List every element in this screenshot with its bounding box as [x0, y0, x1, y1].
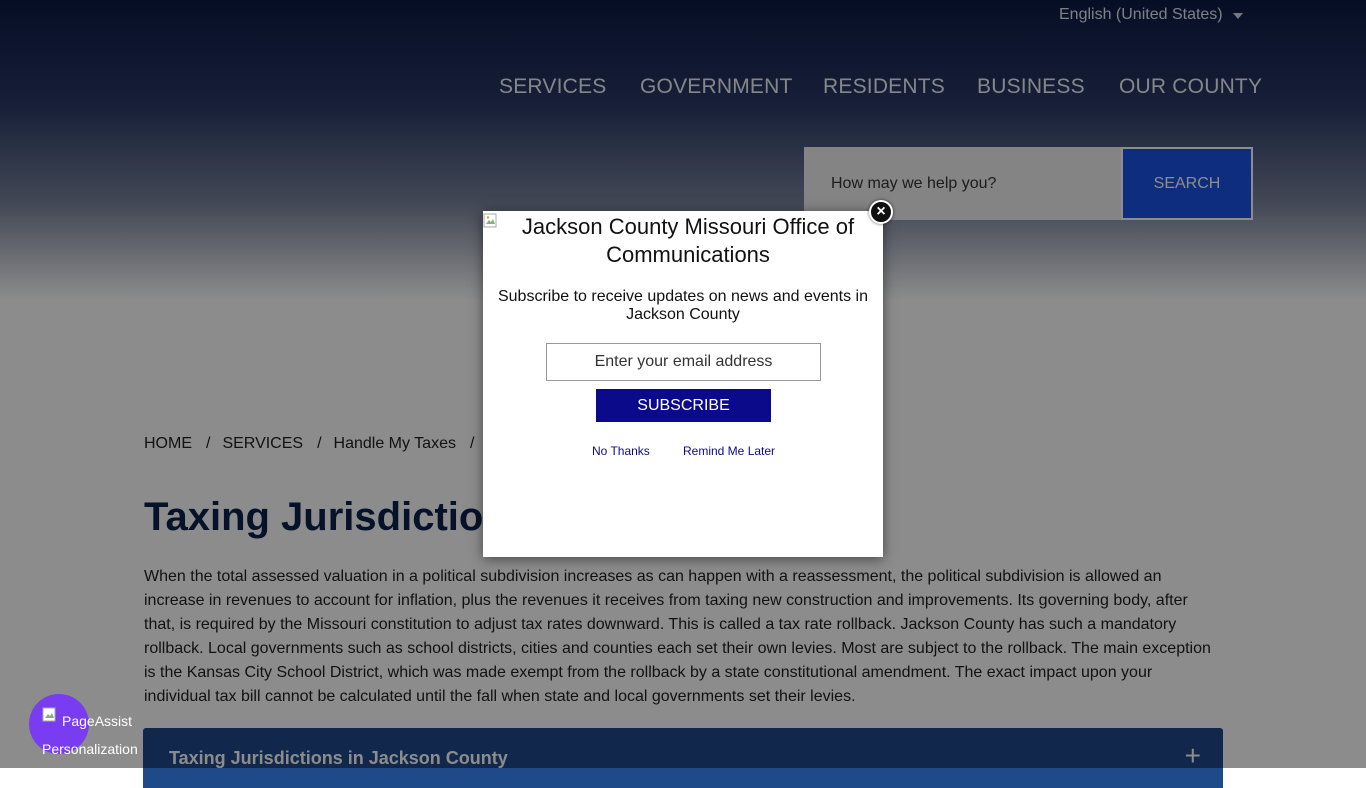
email-field[interactable]	[546, 343, 821, 381]
broken-image-icon	[42, 707, 56, 722]
subscribe-description: Subscribe to receive updates on news and…	[497, 288, 868, 323]
page-assist-label: PageAssist	[62, 713, 133, 729]
subscribe-modal: Jackson County Missouri Office of Commun…	[483, 211, 883, 557]
remind-later-link[interactable]: Remind Me Later	[683, 444, 775, 458]
subscribe-button[interactable]: SUBSCRIBE	[596, 389, 771, 422]
no-thanks-link[interactable]: No Thanks	[592, 444, 650, 458]
page-assist-sublabel: Personalization	[42, 741, 138, 757]
close-icon[interactable]: ×	[869, 200, 893, 224]
logo-alt-text: Jackson County Missouri Office of Commun…	[521, 214, 855, 267]
